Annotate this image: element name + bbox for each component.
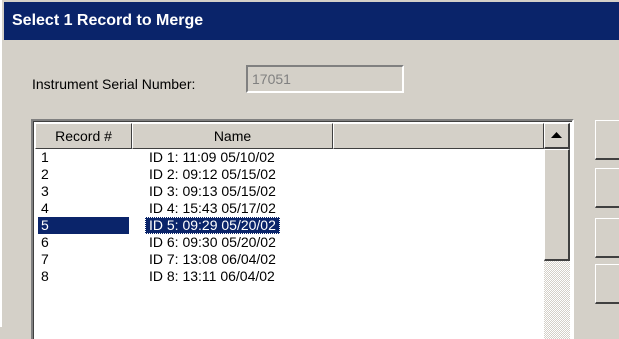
side-button-4[interactable] [595, 264, 619, 304]
records-rows: 1 ID 1: 11:09 05/10/02 2 ID 2: 09:12 05/15/… [35, 149, 544, 285]
list-item[interactable]: 8 ID 8: 13:11 06/04/02 [35, 268, 544, 285]
serial-number-label: Instrument Serial Number: [32, 76, 196, 92]
list-item[interactable]: 1 ID 1: 11:09 05/10/02 [35, 149, 544, 166]
scrollbar-thumb[interactable] [544, 149, 570, 261]
serial-number-field: 17051 [246, 65, 404, 93]
record-number: 4 [41, 200, 49, 216]
record-name: ID 3: 09:13 05/15/02 [149, 183, 276, 199]
list-item[interactable]: 3 ID 3: 09:13 05/15/02 [35, 183, 544, 200]
merge-dialog: Select 1 Record to Merge Instrument Seri… [0, 0, 619, 339]
record-number: 8 [41, 268, 49, 284]
record-name: ID 6: 09:30 05/20/02 [149, 234, 276, 250]
record-name: ID 4: 15:43 05/17/02 [149, 200, 276, 216]
scroll-up-button[interactable] [544, 123, 570, 149]
record-name: ID 2: 09:12 05/15/02 [149, 166, 276, 182]
side-button-2[interactable] [595, 168, 619, 208]
record-number: 1 [41, 149, 49, 165]
vertical-scrollbar[interactable] [544, 123, 570, 339]
column-header-empty[interactable] [333, 123, 544, 149]
column-header-name[interactable]: Name [132, 123, 333, 149]
record-number: 7 [41, 251, 49, 267]
list-item[interactable]: 2 ID 2: 09:12 05/15/02 [35, 166, 544, 183]
list-item[interactable]: 4 ID 4: 15:43 05/17/02 [35, 200, 544, 217]
record-number: 6 [41, 234, 49, 250]
record-name: ID 8: 13:11 06/04/02 [149, 268, 275, 284]
record-name: ID 1: 11:09 05/10/02 [149, 149, 275, 165]
record-number: 5 [38, 217, 129, 234]
records-list[interactable]: Record # Name 1 ID 1: 11:09 05/10/02 2 ID 2… [31, 119, 574, 339]
record-name: ID 7: 13:08 06/04/02 [149, 251, 276, 267]
column-header-record[interactable]: Record # [35, 123, 132, 149]
record-number: 3 [41, 183, 49, 199]
list-item[interactable]: 5 ID 5: 09:29 05/20/02 [35, 217, 544, 234]
record-name: ID 5: 09:29 05/20/02 [145, 217, 280, 234]
list-item[interactable]: 7 ID 7: 13:08 06/04/02 [35, 251, 544, 268]
side-button-1[interactable] [595, 120, 619, 160]
side-button-3[interactable] [595, 218, 619, 258]
list-item[interactable]: 6 ID 6: 09:30 05/20/02 [35, 234, 544, 251]
triangle-up-icon [551, 132, 562, 138]
record-number: 2 [41, 166, 49, 182]
dialog-title: Select 1 Record to Merge [4, 2, 619, 40]
scrollbar-track[interactable] [544, 261, 570, 339]
